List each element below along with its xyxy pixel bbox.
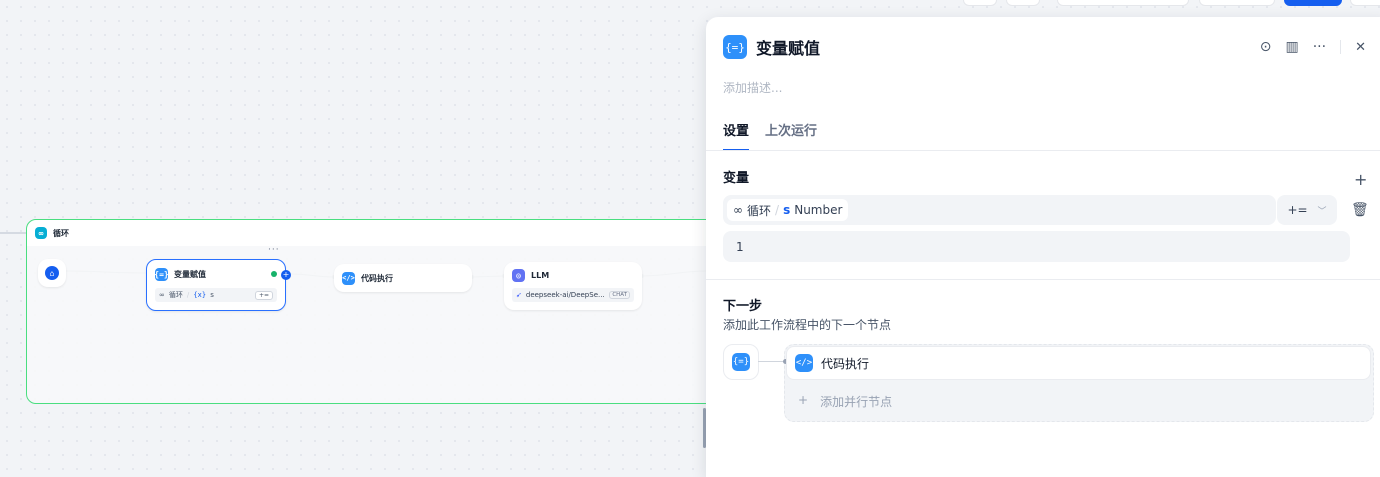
next-step-subtitle: 添加此工作流程中的下一个节点 [723, 318, 892, 332]
loop-icon: ∞ [733, 203, 743, 217]
variable-x-icon: s [783, 203, 791, 217]
run-step-icon[interactable]: ⊙ [1260, 39, 1272, 55]
variable-chip[interactable]: ∞ 循环 / s Number [727, 199, 849, 221]
success-status-dot [271, 271, 277, 277]
loop-start-node[interactable]: ⌂ [38, 259, 66, 287]
tab-last-run[interactable]: 上次运行 [765, 120, 817, 151]
loop-icon: ∞ [35, 227, 47, 239]
more-icon[interactable]: ··· [1313, 39, 1326, 55]
add-parallel-label: 添加并行节点 [820, 395, 893, 409]
divider [1340, 40, 1342, 54]
delete-variable-icon[interactable]: 🗑 [1351, 202, 1369, 218]
assign-icon: {=} [154, 267, 169, 281]
code-node[interactable]: </> 代码执行 [334, 264, 472, 292]
assign-node-title: 变量赋值 [174, 269, 206, 279]
node-config-panel: {=} 变量赋值 ⊙ ▥ ··· ✕ 添加描述... 设置 上次运行 变量 + … [706, 17, 1380, 477]
assign-icon: {=} [723, 35, 747, 59]
code-node-title: 代码执行 [361, 273, 393, 283]
section-divider [706, 279, 1380, 280]
code-icon: </> [795, 354, 813, 372]
close-icon[interactable]: ✕ [1355, 40, 1366, 55]
llm-node-title: LLM [531, 270, 550, 280]
operator-value: += [1287, 203, 1308, 217]
add-parallel-node-button[interactable]: + 添加并行节点 [798, 393, 892, 410]
llm-model-name: deepseek-ai/DeepSe... [525, 291, 605, 299]
code-icon: </> [342, 271, 355, 285]
current-node-block: {=} [723, 344, 759, 380]
next-node-label: 代码执行 [821, 356, 870, 371]
llm-mode-badge: CHAT [609, 291, 630, 299]
assign-op-badge: += [254, 290, 273, 300]
tab-divider [706, 150, 1380, 151]
loop-container[interactable]: ∞ 循环 [26, 219, 728, 404]
chevron-down-icon: ﹀ [1317, 206, 1327, 217]
variable-selector[interactable]: ∞ 循环 / s Number [723, 195, 1276, 225]
loop-small-icon: ∞ [159, 291, 165, 299]
add-variable-button[interactable]: + [1354, 170, 1367, 189]
operator-select[interactable]: += ﹀ [1277, 195, 1337, 225]
tab-settings[interactable]: 设置 [723, 120, 750, 151]
next-node-item[interactable]: </> 代码执行 [786, 346, 1371, 380]
loop-header[interactable]: ∞ 循环 [27, 220, 727, 246]
loop-title: 循环 [53, 228, 69, 238]
book-icon[interactable]: ▥ [1286, 39, 1299, 55]
llm-model: ➹ deepseek-ai/DeepSe... CHAT [512, 288, 634, 302]
variable-type: Number [794, 203, 843, 217]
assign-icon: {=} [732, 353, 750, 371]
connector-line [758, 361, 786, 362]
variable-x-icon: {x} [193, 291, 207, 299]
value-input[interactable]: 1 [723, 231, 1350, 262]
plus-icon: + [798, 393, 809, 407]
assign-node[interactable]: {=} 变量赋值 ∞ 循环 / {x} s += + [146, 259, 291, 311]
llm-node[interactable]: ◎ LLM ➹ deepseek-ai/DeepSe... CHAT [504, 262, 642, 310]
assign-node-variable: ∞ 循环 / {x} s += [155, 288, 277, 302]
description-input[interactable]: 添加描述... [723, 79, 782, 96]
home-icon: ⌂ [45, 266, 59, 280]
panel-title[interactable]: 变量赋值 [756, 35, 820, 59]
variables-section-title: 变量 [723, 171, 750, 186]
assign-var-name: s [210, 291, 214, 299]
node-more-menu[interactable]: ··· [268, 245, 280, 255]
add-next-node-button[interactable]: + [281, 270, 291, 280]
variable-loop-label: 循环 [747, 203, 772, 218]
llm-icon: ◎ [512, 268, 525, 282]
assign-var-loop: 循环 [168, 291, 183, 299]
deepseek-logo-icon: ➹ [516, 291, 522, 299]
next-step-title: 下一步 [723, 299, 763, 314]
